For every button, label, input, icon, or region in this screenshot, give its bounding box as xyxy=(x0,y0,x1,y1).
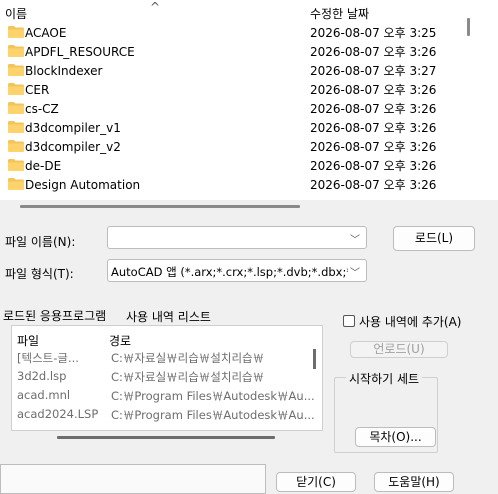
column-header-date[interactable]: 수정한 날짜 xyxy=(310,5,369,22)
tab-history-list[interactable]: 사용 내역 리스트 xyxy=(126,308,211,325)
startup-suite-title: 시작하기 세트 xyxy=(346,370,423,387)
folder-icon xyxy=(8,178,24,190)
file-list-vertical-scroll-thumb[interactable] xyxy=(467,18,470,36)
file-name-cell[interactable]: BlockIndexer xyxy=(8,62,102,81)
folder-icon xyxy=(8,64,24,76)
folder-icon xyxy=(8,26,24,38)
status-field xyxy=(0,464,266,494)
file-row[interactable]: APDFL_RESOURCE 2026-08-07 오후 3:26 xyxy=(0,43,462,62)
column-header-path[interactable]: 경로 xyxy=(109,332,131,349)
file-name-cell[interactable]: CER xyxy=(8,81,49,100)
folder-icon xyxy=(8,83,24,95)
app-path-cell[interactable]: C:￦자료실￦리습￦설치리습￦ xyxy=(111,350,264,366)
file-date-cell: 2026-08-07 오후 3:26 xyxy=(310,45,437,59)
column-header-name[interactable]: 이름 xyxy=(5,5,27,22)
app-file-cell[interactable]: [텍스트-글... xyxy=(17,350,79,366)
file-date-cell: 2026-08-07 오후 3:26 xyxy=(310,83,437,97)
file-list[interactable]: 이름 ^ 수정한 날짜 ACAOE 2026-08-07 오후 3:25 APDFL… xyxy=(0,0,462,200)
add-history-checkbox[interactable] xyxy=(343,315,355,327)
file-list-horizontal-scroll-thumb[interactable] xyxy=(20,205,300,208)
file-type-combobox[interactable]: AutoCAD 앱 (*.arx;*.crx;*.lsp;*.dvb;*.dbx… xyxy=(107,259,367,282)
file-row[interactable]: BlockIndexer 2026-08-07 오후 3:27 xyxy=(0,62,462,81)
file-name-cell[interactable]: d3dcompiler_v1 xyxy=(8,119,121,138)
app-file-cell[interactable]: acad.mnl xyxy=(17,388,70,402)
contents-button[interactable]: 목차(O)... xyxy=(355,427,436,447)
file-name-combobox[interactable]: ﹀ xyxy=(107,226,367,249)
chevron-down-icon[interactable]: ﹀ xyxy=(348,264,360,279)
loaded-applications-list[interactable]: 파일 경로 [텍스트-글... C:￦자료실￦리습￦설치리습￦ 3d2d.lsp C:… xyxy=(11,325,323,431)
tab-loaded-applications[interactable]: 로드된 응용프로그램 xyxy=(3,307,106,324)
file-name-cell[interactable]: d3dcompiler_v2 xyxy=(8,138,121,157)
add-history-label[interactable]: 사용 내역에 추가(A) xyxy=(359,313,461,330)
apps-vertical-scroll-thumb[interactable] xyxy=(313,349,316,369)
folder-icon xyxy=(8,159,24,171)
apps-horizontal-scroll-thumb[interactable] xyxy=(57,436,275,439)
file-name-cell[interactable]: de-DE xyxy=(8,157,61,176)
file-date-cell: 2026-08-07 오후 3:26 xyxy=(310,140,437,154)
file-row[interactable]: d3dcompiler_v2 2026-08-07 오후 3:26 xyxy=(0,138,462,157)
folder-icon xyxy=(8,45,24,57)
app-path-cell[interactable]: C:￦자료실￦리습￦설치리습￦ xyxy=(111,369,264,385)
folder-icon xyxy=(8,121,24,133)
file-name-cell[interactable]: cs-CZ xyxy=(8,100,59,119)
file-name-cell[interactable]: ACAOE xyxy=(8,24,66,43)
close-button[interactable]: 닫기(C) xyxy=(276,472,356,492)
file-row[interactable]: cs-CZ 2026-08-07 오후 3:26 xyxy=(0,100,462,119)
file-row[interactable]: Design Automation 2026-08-07 오후 3:26 xyxy=(0,176,462,195)
file-date-cell: 2026-08-07 오후 3:27 xyxy=(310,64,437,78)
unload-button[interactable]: 언로드(U) xyxy=(350,341,448,358)
app-path-cell[interactable]: C:￦Program Files￦Autodesk￦Au... xyxy=(111,388,315,404)
app-file-cell[interactable]: 3d2d.lsp xyxy=(17,369,66,383)
app-path-cell[interactable]: C:￦Program Files￦Autodesk￦Au... xyxy=(111,407,315,423)
file-row[interactable]: CER 2026-08-07 오후 3:26 xyxy=(0,81,462,100)
file-date-cell: 2026-08-07 오후 3:26 xyxy=(310,121,437,135)
column-header-file[interactable]: 파일 xyxy=(17,332,39,349)
help-button[interactable]: 도움말(H) xyxy=(374,472,454,492)
file-date-cell: 2026-08-07 오후 3:26 xyxy=(310,159,437,173)
file-date-cell: 2026-08-07 오후 3:26 xyxy=(310,102,437,116)
folder-icon xyxy=(8,140,24,152)
file-name-cell[interactable]: Design Automation xyxy=(8,176,140,195)
file-row[interactable]: d3dcompiler_v1 2026-08-07 오후 3:26 xyxy=(0,119,462,138)
file-name-label: 파일 이름(N): xyxy=(5,235,76,249)
sort-ascending-icon: ^ xyxy=(150,0,161,14)
file-type-label: 파일 형식(T): xyxy=(5,267,74,281)
load-button[interactable]: 로드(L) xyxy=(393,226,475,251)
file-date-cell: 2026-08-07 오후 3:26 xyxy=(310,178,437,192)
folder-icon xyxy=(8,102,24,114)
file-row[interactable]: de-DE 2026-08-07 오후 3:26 xyxy=(0,157,462,176)
file-name-cell[interactable]: APDFL_RESOURCE xyxy=(8,43,135,62)
file-date-cell: 2026-08-07 오후 3:25 xyxy=(310,26,437,40)
app-file-cell[interactable]: acad2024.LSP xyxy=(17,407,98,421)
chevron-down-icon[interactable]: ﹀ xyxy=(350,231,360,246)
file-row[interactable]: ACAOE 2026-08-07 오후 3:25 xyxy=(0,24,462,43)
file-type-value: AutoCAD 앱 (*.arx;*.crx;*.lsp;*.dvb;*.dbx… xyxy=(111,265,348,279)
